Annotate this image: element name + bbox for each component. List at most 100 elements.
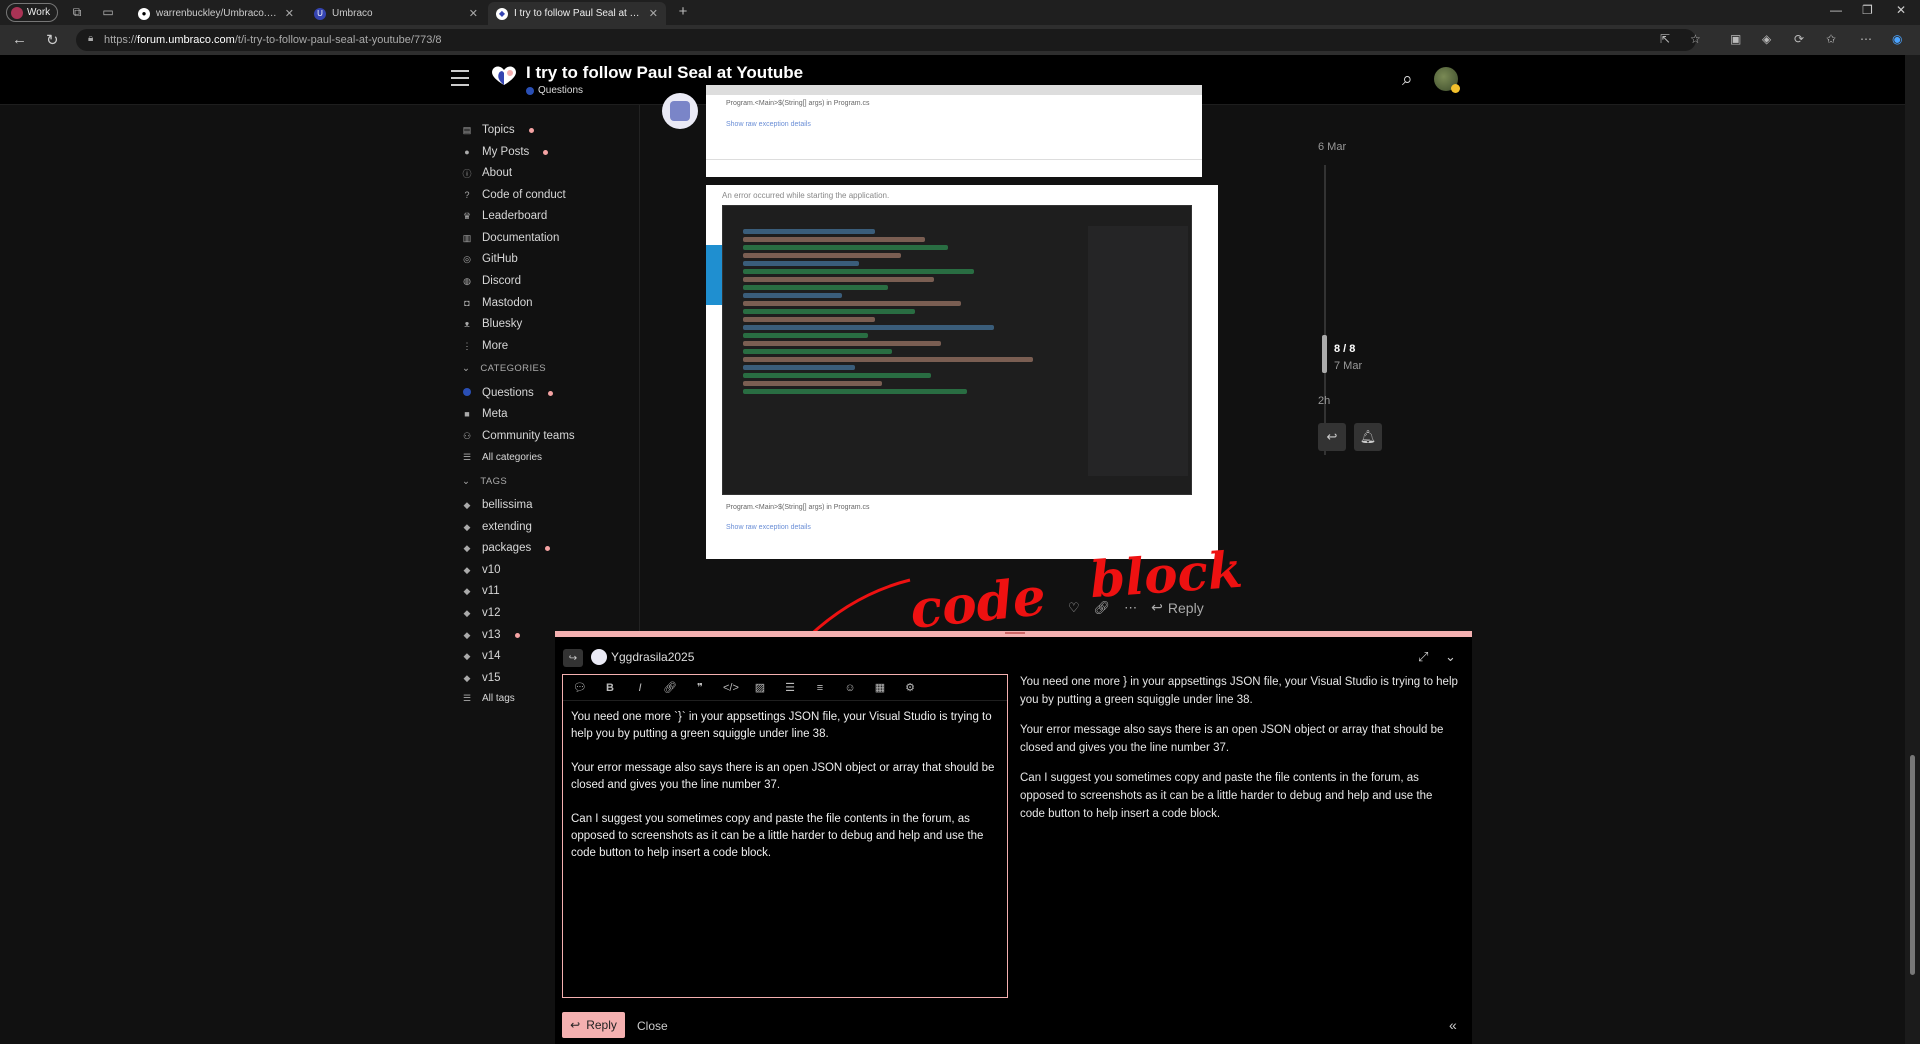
- timeline-start-date[interactable]: 6 Mar: [1318, 141, 1346, 153]
- sidebar-item-mastodon[interactable]: ◘ Mastodon: [462, 293, 533, 313]
- sidebar-tag-v15[interactable]: ◆ v15: [462, 668, 501, 688]
- workspaces-icon[interactable]: ⧉: [70, 5, 84, 19]
- close-tab-icon[interactable]: ✕: [285, 7, 294, 20]
- favorites-icon[interactable]: ✩: [1826, 32, 1836, 46]
- sidebar-item-more[interactable]: ⋮ More: [462, 336, 509, 356]
- sidebar-item-discord[interactable]: ◍ Discord: [462, 271, 521, 291]
- editor-textarea[interactable]: You need one more `}` in your appsetting…: [563, 701, 1007, 887]
- sidebar-tag-v10[interactable]: ◆ v10: [462, 560, 501, 580]
- calendar-icon[interactable]: ▦: [873, 681, 887, 694]
- sidebar-tag-v14[interactable]: ◆ v14: [462, 646, 501, 666]
- sidebar-item-my-posts[interactable]: ● My Posts: [462, 142, 549, 162]
- sidebar-item-about[interactable]: ⓘ About: [462, 163, 512, 183]
- timeline-track[interactable]: [1324, 165, 1326, 455]
- back-icon[interactable]: ←: [12, 31, 27, 48]
- sidebar-tag-extending[interactable]: ◆ extending: [462, 517, 532, 537]
- sidebar-all-categories[interactable]: ☰ All categories: [462, 447, 542, 467]
- post-actions: ♡ 🔗︎ ⋯ ↩ Reply: [1068, 599, 1204, 616]
- timeline-reply-button[interactable]: ↩: [1318, 423, 1346, 451]
- refresh-icon[interactable]: ↻: [46, 31, 59, 49]
- sidebar-item-topics[interactable]: ▤ Topics: [462, 120, 534, 140]
- topic-title[interactable]: I try to follow Paul Seal at Youtube: [526, 63, 803, 83]
- timeline-end-date[interactable]: 2h: [1318, 395, 1330, 407]
- collapse-preview-icon[interactable]: «: [1449, 1017, 1457, 1033]
- tags-section-header[interactable]: ⌄ TAGS: [462, 476, 507, 487]
- tags-heading: TAGS: [480, 476, 508, 487]
- new-tab-icon[interactable]: +: [676, 4, 690, 19]
- sidebar-tag-v12[interactable]: ◆ v12: [462, 603, 501, 623]
- sidebar-item-label: Mastodon: [482, 297, 533, 309]
- bullet-list-icon[interactable]: ☰: [783, 681, 797, 694]
- user-avatar[interactable]: [1434, 67, 1460, 93]
- umbraco-forum-logo[interactable]: [490, 65, 518, 87]
- sidebar-item-leaderboard[interactable]: ♛ Leaderboard: [462, 206, 547, 226]
- numbered-list-icon[interactable]: ≡: [813, 682, 827, 694]
- search-icon[interactable]: ⌕: [1402, 69, 1413, 91]
- topic-category-badge[interactable]: Questions: [526, 85, 583, 96]
- minimize-composer-icon[interactable]: ⌄: [1445, 649, 1456, 665]
- sidebar-all-tags[interactable]: ☰ All tags: [462, 688, 515, 708]
- sidebar-tag-v13[interactable]: ◆ v13: [462, 625, 520, 645]
- italic-icon[interactable]: I: [633, 682, 647, 694]
- image-upload-icon[interactable]: ▨: [753, 681, 767, 694]
- tab-actions-icon[interactable]: ▭: [101, 5, 115, 19]
- sync-icon[interactable]: ⟳: [1794, 32, 1804, 46]
- tab-umbraco[interactable]: U Umbraco ✕: [306, 2, 486, 25]
- reply-type-toggle[interactable]: ↪: [563, 649, 583, 667]
- tab-forum-topic[interactable]: ◆ I try to follow Paul Seal at Youtub ✕: [488, 2, 666, 25]
- url-input[interactable]: 🔒︎ https://forum.umbraco.com/t/i-try-to-…: [76, 29, 1696, 51]
- sidebar-item-bluesky[interactable]: ᴥ Bluesky: [462, 314, 522, 334]
- categories-section-header[interactable]: ⌄ CATEGORIES: [462, 363, 546, 374]
- address-bar-row: ← ↻ 🔒︎ https://forum.umbraco.com/t/i-try…: [0, 25, 1920, 55]
- profile-button[interactable]: Work: [6, 3, 58, 22]
- category-color-dot: [526, 86, 534, 95]
- more-actions-icon[interactable]: ⋯: [1124, 600, 1137, 616]
- editor-paragraph: You need one more `}` in your appsetting…: [571, 711, 992, 740]
- quote-bubble-icon[interactable]: 💬︎: [573, 681, 587, 694]
- close-tab-icon[interactable]: ✕: [649, 7, 658, 20]
- post-reply-button[interactable]: ↩ Reply: [1151, 599, 1204, 616]
- fullscreen-icon[interactable]: ⤢: [1418, 649, 1428, 665]
- copilot-icon[interactable]: ◉: [1892, 32, 1902, 46]
- notifications-button[interactable]: 🔔︎: [1354, 423, 1382, 451]
- screenshot-image-1[interactable]: Program.<Main>$(String[] args) in Progra…: [706, 85, 1202, 177]
- hamburger-menu-icon[interactable]: [451, 70, 469, 86]
- sidebar-item-label: More: [482, 340, 509, 352]
- sidebar-tag-packages[interactable]: ◆ packages: [462, 538, 551, 558]
- emoji-icon[interactable]: ☺: [843, 682, 857, 694]
- restore-icon[interactable]: ❐: [1862, 3, 1873, 17]
- composer-editor[interactable]: 💬︎ B I 🔗︎ ❞ </> ▨ ☰ ≡ ☺ ▦ ⚙ You need one…: [562, 674, 1008, 998]
- like-heart-icon[interactable]: ♡: [1068, 600, 1080, 616]
- settings-gear-icon[interactable]: ⚙: [903, 681, 917, 694]
- timeline-handle[interactable]: [1322, 335, 1327, 373]
- sidebar-tag-v11[interactable]: ◆ v11: [462, 581, 500, 601]
- page-scrollbar[interactable]: [1905, 55, 1920, 1044]
- bold-icon[interactable]: B: [603, 682, 617, 694]
- tab-github[interactable]: ● warrenbuckley/Umbraco.Commu ✕: [130, 2, 302, 25]
- submit-reply-button[interactable]: ↩ Reply: [562, 1012, 625, 1038]
- blockquote-icon[interactable]: ❞: [693, 681, 707, 694]
- more-icon[interactable]: ⋯: [1860, 32, 1872, 46]
- post-author-avatar[interactable]: [662, 93, 698, 129]
- scrollbar-thumb[interactable]: [1910, 755, 1915, 975]
- shield-icon[interactable]: ◈: [1762, 32, 1771, 46]
- sidebar-category-meta[interactable]: ■ Meta: [462, 404, 507, 424]
- close-composer-button[interactable]: Close: [637, 1019, 668, 1033]
- close-tab-icon[interactable]: ✕: [469, 7, 478, 20]
- code-icon[interactable]: </>: [723, 682, 739, 694]
- sidebar-tag-bellissima[interactable]: ◆ bellissima: [462, 495, 533, 515]
- minimize-icon[interactable]: —: [1830, 3, 1842, 17]
- favorite-star-icon[interactable]: ☆: [1690, 32, 1701, 46]
- sidebar-item-documentation[interactable]: ▥ Documentation: [462, 228, 560, 248]
- sidebar-category-community-teams[interactable]: ⚇ Community teams: [462, 426, 575, 446]
- sidebar-item-code-of-conduct[interactable]: ? Code of conduct: [462, 185, 565, 205]
- composer-resize-grip[interactable]: [1005, 632, 1025, 634]
- close-window-icon[interactable]: ✕: [1896, 3, 1906, 17]
- share-icon[interactable]: ⇱: [1660, 32, 1670, 46]
- category-dot-icon: [462, 388, 472, 398]
- link-icon[interactable]: 🔗︎: [663, 681, 677, 694]
- extension-icon[interactable]: ▣: [1730, 32, 1741, 46]
- sidebar-category-questions[interactable]: Questions: [462, 383, 553, 403]
- share-link-icon[interactable]: 🔗︎: [1094, 600, 1111, 616]
- sidebar-item-github[interactable]: ◎ GitHub: [462, 249, 518, 269]
